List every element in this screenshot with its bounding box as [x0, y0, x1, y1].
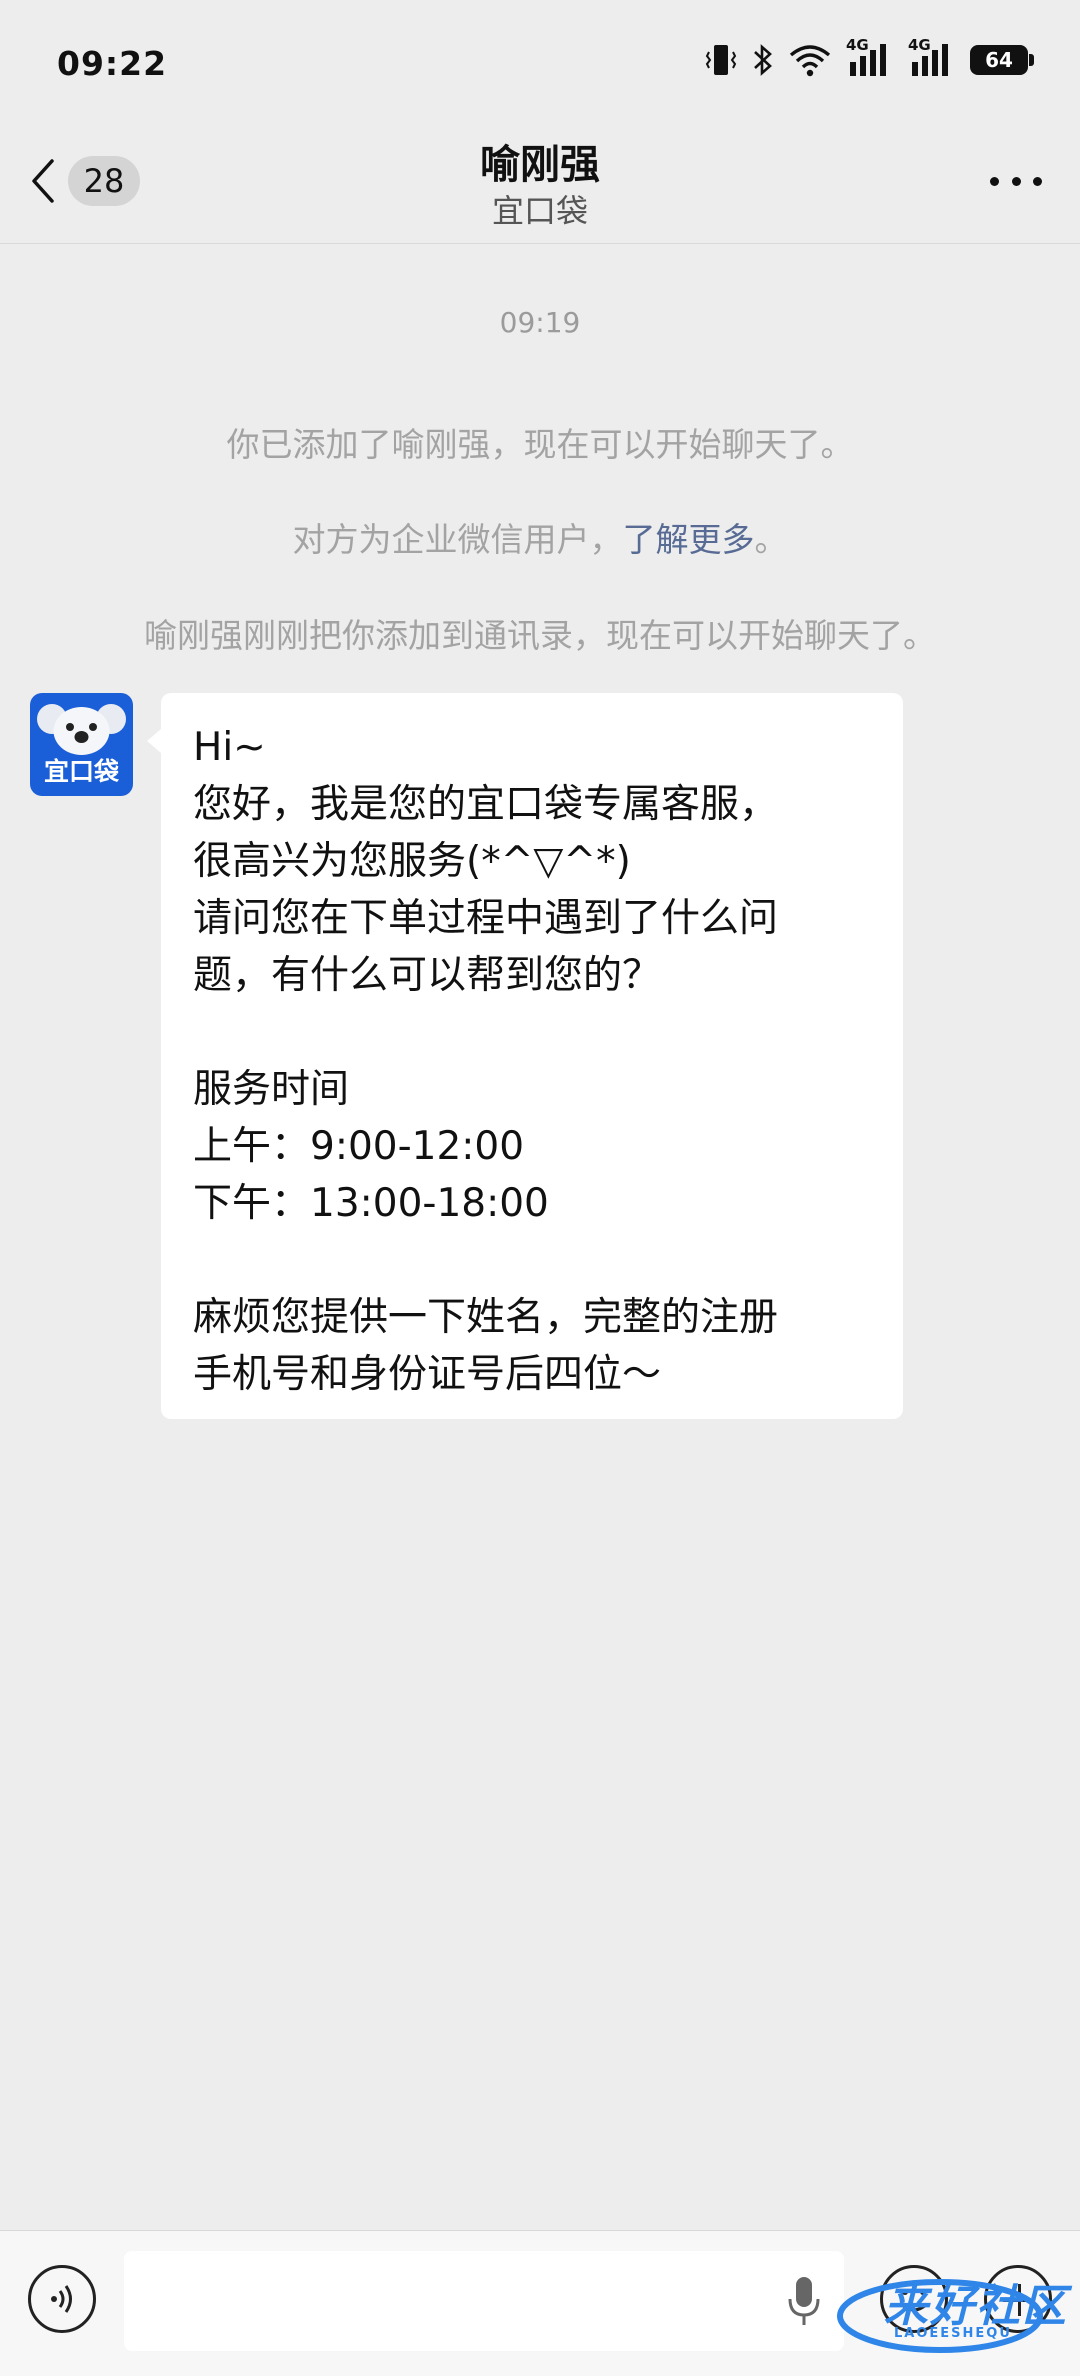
voice-toggle-button[interactable] [28, 2265, 96, 2333]
message-line [193, 1232, 871, 1289]
signal-1: 4G [846, 36, 894, 78]
message-line: 上午：9:00-12:00 [193, 1124, 525, 1169]
message-input[interactable] [124, 2251, 844, 2351]
message-line: Hi~ [193, 725, 266, 770]
bluetooth-icon [754, 44, 772, 76]
message-line: 很高兴为您服务(*^▽^*) [193, 839, 631, 884]
message-line [193, 1004, 871, 1061]
message-bubble[interactable]: Hi~ 您好，我是您的宜口袋专属客服， 很高兴为您服务(*^▽^*) 请问您在下… [147, 693, 903, 1419]
system-message-contact-added: 喻刚强刚刚把你添加到通讯录，现在可以开始聊天了。 [144, 616, 936, 655]
signal-2: 4G [908, 36, 956, 78]
message-line: 请问您在下单过程中遇到了什么问 [193, 896, 779, 941]
voice-wave-icon [51, 2285, 72, 2313]
status-time: 09:22 [57, 44, 168, 83]
status-bar: 09:22 4G 4G 64 [0, 0, 1080, 120]
more-dot-icon [990, 176, 999, 186]
message-line: 服务时间 [193, 1067, 350, 1112]
avatar-label: 宜口袋 [43, 757, 119, 786]
more-options-button[interactable] [990, 166, 1042, 196]
network-type-label-1: 4G [846, 36, 869, 54]
microphone-icon[interactable] [784, 2273, 824, 2329]
chat-subtitle: 宜口袋 [491, 192, 588, 230]
network-type-label-2: 4G [908, 36, 931, 54]
more-dot-icon [1011, 176, 1021, 186]
message-line: 题，有什么可以帮到您的？ [193, 953, 662, 998]
message-line: 下午：13:00-18:00 [193, 1181, 549, 1226]
message-timestamp: 09:19 [499, 306, 581, 339]
message-line: 麻烦您提供一下姓名，完整的注册 [193, 1295, 779, 1340]
battery-icon: 64 [970, 45, 1034, 75]
status-icons: 4G 4G 64 [704, 36, 1034, 80]
watermark-logo: 来好社区 LAOEESHEQU [830, 2268, 1070, 2358]
chat-header: 28 喻刚强 宜口袋 [0, 120, 1080, 244]
chat-title: 喻刚强 [480, 142, 600, 188]
system-message-added: 你已添加了喻刚强，现在可以开始聊天了。 [226, 425, 854, 464]
learn-more-link[interactable]: 了解更多 [623, 520, 755, 559]
system-message-enterprise-text: 对方为企业微信用户， [292, 520, 623, 559]
message-line: 您好，我是您的宜口袋专属客服， [193, 782, 779, 827]
system-message-enterprise: 对方为企业微信用户，了解更多。 [0, 513, 1080, 561]
watermark-text: 来好社区 [884, 2281, 1068, 2332]
chat-screen: 09:22 4G 4G 64 28 喻刚强 宜口袋 09:19 你已添加了喻刚强… [0, 0, 1080, 2376]
system-message-enterprise-suffix: 。 [754, 520, 788, 559]
watermark-subtext: LAOEESHEQU [894, 2326, 1012, 2341]
vibrate-icon [705, 45, 737, 75]
avatar[interactable]: 宜口袋 [30, 693, 133, 796]
more-dot-icon [1033, 176, 1042, 186]
message-line: 手机号和身份证号后四位～ [193, 1352, 662, 1397]
battery-level: 64 [985, 48, 1013, 72]
wifi-icon [789, 45, 831, 77]
